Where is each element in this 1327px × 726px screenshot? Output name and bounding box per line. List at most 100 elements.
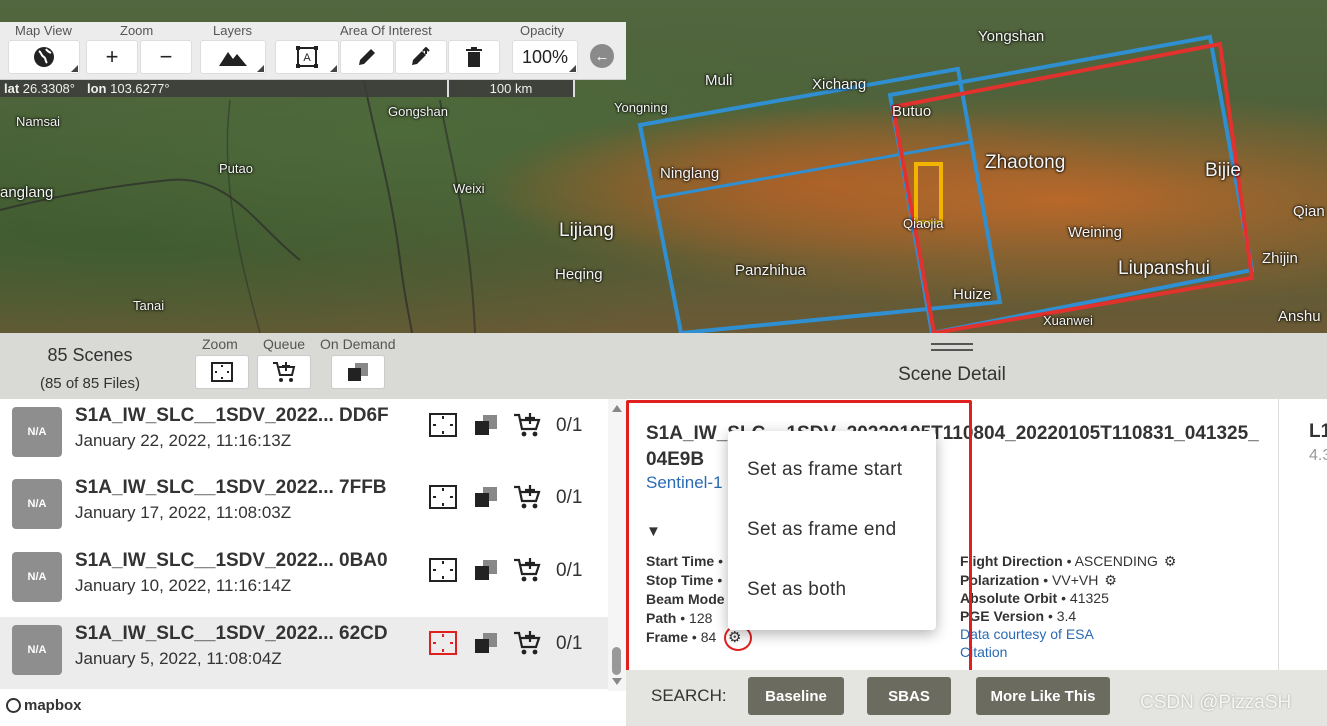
footprint-blue-1[interactable] [637, 66, 1003, 333]
cart-plus-icon [273, 362, 296, 382]
pge-version-field: PGE Version • 3.4 [960, 608, 1076, 624]
aoi-draw-box-button[interactable]: A [275, 40, 339, 74]
mapbox-logo[interactable]: mapbox [6, 697, 82, 714]
map-label: anglang [0, 184, 54, 201]
aoi-edit-button[interactable] [340, 40, 394, 74]
queue-count: 0/1 [556, 560, 583, 581]
scene-thumbnail[interactable]: N/A [12, 552, 62, 602]
scroll-down-icon[interactable] [612, 678, 622, 685]
opacity-select[interactable]: 100% [512, 40, 578, 74]
scene-date: January 5, 2022, 11:08:04Z [75, 649, 282, 668]
zoom-extent-icon [429, 631, 457, 655]
sbas-button[interactable]: SBAS [867, 677, 951, 715]
add-to-queue-button[interactable] [511, 481, 543, 513]
aoi-upload-button[interactable] [395, 40, 447, 74]
scene-row[interactable]: N/A S1A_IW_SLC__1SDV_2022... 7FFB January … [0, 471, 608, 543]
add-to-queue-button[interactable] [511, 554, 543, 586]
map-label: Namsai [16, 114, 61, 129]
layers-label: Layers [213, 23, 253, 38]
scene-thumbnail[interactable]: N/A [12, 407, 62, 457]
layers-stack-icon [475, 633, 497, 653]
zoom-to-scene-button[interactable] [427, 554, 459, 586]
pencil-icon [359, 49, 375, 65]
flight-direction-gear-icon[interactable]: ⚙ [1164, 553, 1177, 570]
secondary-title: L1 [1309, 421, 1327, 442]
scrollbar-thumb[interactable] [612, 647, 621, 675]
more-like-this-button[interactable]: More Like This [976, 677, 1110, 715]
zoom-in-button[interactable]: + [86, 40, 138, 74]
on-demand-scene-button[interactable] [470, 481, 502, 513]
on-demand-all-button[interactable] [331, 355, 385, 389]
map-label: Huize [953, 286, 992, 303]
add-to-queue-button[interactable] [511, 627, 543, 659]
secondary-value: 4.3 [1309, 447, 1327, 464]
absolute-orbit-label: Absolute Orbit [960, 590, 1058, 606]
map-label: Gongshan [388, 104, 448, 119]
scene-name: S1A_IW_SLC__1SDV_2022... 62CD [75, 623, 388, 644]
collapse-toolbar-button[interactable]: ← [590, 44, 614, 68]
scroll-up-icon[interactable] [612, 405, 622, 412]
on-demand-scene-button[interactable] [470, 409, 502, 441]
river-line [359, 59, 413, 333]
map-label: Weixi [453, 181, 485, 196]
zoom-all-label: Zoom [202, 336, 238, 352]
zoom-out-button[interactable]: − [140, 40, 192, 74]
scene-detail-header: Scene Detail [626, 333, 1327, 399]
footprint-red-selected[interactable] [890, 41, 1255, 333]
polarization-gear-icon[interactable]: ⚙ [1104, 572, 1117, 589]
mapbox-ring-icon [6, 698, 21, 713]
lon-value: 103.6277° [110, 81, 170, 96]
menu-item-set-both[interactable]: Set as both [728, 560, 936, 620]
menu-item-set-frame-start[interactable]: Set as frame start [728, 440, 936, 500]
scene-row[interactable]: N/A S1A_IW_SLC__1SDV_2022... 0BA0 January … [0, 544, 608, 616]
mountain-icon [219, 52, 247, 66]
add-to-queue-button[interactable] [511, 409, 543, 441]
zoom-to-scene-button[interactable] [427, 481, 459, 513]
scene-date: January 22, 2022, 11:16:13Z [75, 431, 292, 450]
scene-list-scrollbar[interactable] [608, 399, 626, 691]
scene-list[interactable]: N/A S1A_IW_SLC__1SDV_2022... DD6F January … [0, 399, 608, 691]
map-view-label: Map View [15, 23, 72, 38]
menu-item-set-frame-end[interactable]: Set as frame end [728, 500, 936, 560]
scene-name: S1A_IW_SLC__1SDV_2022... DD6F [75, 405, 389, 426]
scene-thumbnail[interactable]: N/A [12, 625, 62, 675]
cart-plus-icon [514, 631, 541, 655]
layers-stack-icon [348, 363, 368, 381]
layers-button[interactable] [200, 40, 266, 74]
scene-name: S1A_IW_SLC__1SDV_2022... 7FFB [75, 477, 387, 498]
drag-handle-icon[interactable] [931, 343, 973, 351]
scene-date: January 10, 2022, 11:16:14Z [75, 576, 292, 595]
queue-all-button[interactable] [257, 355, 311, 389]
on-demand-all-label: On Demand [320, 336, 396, 352]
scene-row[interactable]: N/A S1A_IW_SLC__1SDV_2022... 62CD January … [0, 617, 608, 689]
dropdown-corner-icon [569, 65, 576, 72]
aoi-clear-button[interactable] [448, 40, 500, 74]
map-label: Panzhihua [735, 262, 806, 279]
queue-all-label: Queue [263, 336, 306, 352]
on-demand-scene-button[interactable] [470, 627, 502, 659]
globe-icon [34, 47, 54, 67]
separator: • [1061, 590, 1067, 606]
scene-row[interactable]: N/A S1A_IW_SLC__1SDV_2022... DD6F January … [0, 399, 608, 471]
zoom-all-button[interactable] [195, 355, 249, 389]
zoom-to-scene-button[interactable] [427, 409, 459, 441]
search-label: SEARCH: [651, 686, 727, 705]
scene-thumbnail[interactable]: N/A [12, 479, 62, 529]
zoom-extent-icon [429, 413, 457, 437]
zoom-to-scene-button[interactable] [427, 627, 459, 659]
area-of-interest-box[interactable] [914, 162, 943, 224]
mapbox-text: mapbox [24, 697, 82, 714]
data-courtesy-link[interactable]: Data courtesy of ESA [960, 626, 1094, 642]
map-label: Anshu [1278, 308, 1321, 325]
on-demand-scene-button[interactable] [470, 554, 502, 586]
separator: • [1047, 608, 1053, 624]
draw-box-icon: A [296, 46, 318, 68]
pge-version-value: 3.4 [1056, 608, 1077, 624]
map-view[interactable]: Yongshan Yongning Muli Xichang Butuo Nam… [0, 0, 1327, 333]
map-view-button[interactable] [8, 40, 80, 74]
baseline-button[interactable]: Baseline [748, 677, 844, 715]
layers-stack-icon [475, 487, 497, 507]
lon-label: lon [87, 81, 107, 96]
absolute-orbit-value: 41325 [1069, 590, 1109, 606]
map-label: Xuanwei [1043, 313, 1093, 328]
